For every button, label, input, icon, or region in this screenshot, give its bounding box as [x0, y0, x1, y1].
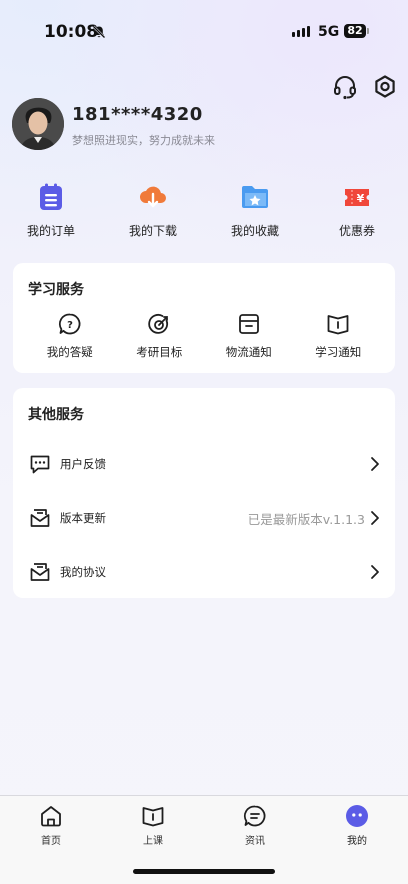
star-folder-icon [242, 186, 268, 208]
chevron-right-icon [371, 511, 379, 525]
order-list-icon [40, 183, 62, 210]
service-my-questions[interactable]: ? 我的答疑 [25, 312, 115, 360]
service-label: 我的答疑 [46, 345, 93, 359]
agreement-icon [30, 563, 50, 581]
quick-action-downloads[interactable]: 我的下载 [102, 182, 204, 239]
service-study-notice[interactable]: 学习通知 [294, 312, 384, 360]
quick-action-label: 我的收藏 [230, 224, 279, 238]
svg-text:?: ? [67, 320, 73, 331]
battery-icon: 82 [344, 24, 366, 38]
tab-label: 资讯 [245, 836, 265, 847]
version-status: 已是最新版本v.1.1.3 [247, 512, 365, 527]
service-exam-goal[interactable]: 考研目标 [115, 312, 205, 360]
chat-icon [243, 805, 266, 827]
tab-home[interactable]: 首页 [21, 804, 81, 847]
row-user-feedback[interactable]: 用户反馈 [13, 444, 395, 484]
cloud-download-icon [140, 186, 166, 208]
tab-class[interactable]: 上课 [123, 804, 183, 847]
avatar[interactable] [12, 98, 64, 150]
service-label: 物流通知 [225, 345, 272, 359]
service-logistics[interactable]: 物流通知 [204, 312, 294, 360]
target-icon [148, 313, 169, 334]
question-icon: ? [58, 313, 81, 335]
quick-action-label: 我的订单 [26, 224, 75, 238]
tab-news[interactable]: 资讯 [225, 804, 285, 847]
gear-icon[interactable] [372, 74, 398, 100]
row-my-agreement[interactable]: 我的协议 [13, 552, 395, 592]
user-motto: 梦想照进现实，努力成就未来 [72, 134, 215, 147]
quick-action-coupons[interactable]: ¥ 优惠券 [306, 182, 408, 239]
signal-icon [292, 26, 310, 37]
other-services-title: 其他服务 [28, 407, 84, 423]
service-label: 学习通知 [315, 345, 362, 359]
study-services-list: ? 我的答疑 考研目标 物流通知 学习通知 [25, 312, 383, 360]
svg-text:¥: ¥ [357, 192, 365, 205]
package-icon [238, 314, 259, 334]
row-version-update[interactable]: 版本更新 已是最新版本v.1.1.3 [13, 498, 395, 538]
profile-icon [346, 805, 368, 827]
feedback-icon [30, 455, 50, 474]
study-services-title: 学习服务 [28, 282, 84, 298]
row-label: 我的协议 [60, 565, 106, 579]
user-phone: 181****4320 [72, 104, 203, 125]
avatar-portrait-icon [12, 98, 64, 150]
chevron-right-icon [371, 457, 379, 471]
quick-action-label: 我的下载 [128, 224, 177, 238]
coupon-icon: ¥ [345, 189, 369, 206]
book-icon [327, 315, 349, 335]
battery-tip [367, 28, 369, 34]
row-label: 用户反馈 [60, 457, 106, 471]
row-label: 版本更新 [60, 511, 106, 525]
other-services-card: 其他服务 用户反馈 版本更新 已是最新版本v.1.1.3 我的协议 [13, 388, 395, 598]
status-time: 10:08 [44, 22, 99, 42]
study-services-card: 学习服务 ? 我的答疑 考研目标 物流通知 学习通知 [13, 263, 395, 373]
home-icon [41, 806, 61, 827]
quick-action-favorites[interactable]: 我的收藏 [204, 182, 306, 239]
mute-bell-icon [92, 25, 106, 39]
home-indicator [133, 869, 275, 874]
header-actions [332, 74, 398, 100]
headset-icon[interactable] [332, 74, 358, 100]
tab-profile[interactable]: 我的 [327, 804, 387, 847]
mail-icon [30, 509, 50, 527]
tab-label: 上课 [143, 836, 163, 847]
tab-label: 首页 [41, 836, 61, 847]
quick-action-label: 优惠券 [338, 224, 375, 238]
service-label: 考研目标 [136, 345, 183, 359]
network-label: 5G [318, 24, 340, 40]
class-book-icon [142, 807, 164, 827]
quick-action-orders[interactable]: 我的订单 [0, 182, 102, 239]
tab-label: 我的 [347, 836, 367, 847]
quick-actions: 我的订单 我的下载 我的收藏 ¥ 优惠券 [0, 182, 408, 239]
status-bar: 10:08 5G 82 [0, 0, 408, 60]
chevron-right-icon [371, 565, 379, 579]
